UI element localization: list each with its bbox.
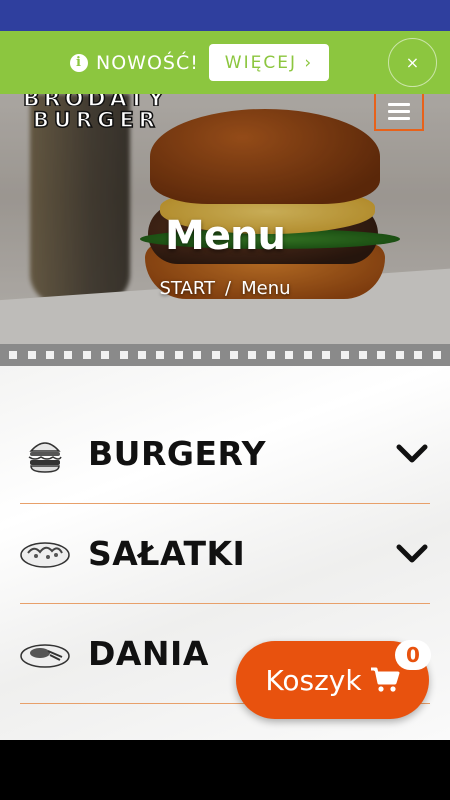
hamburger-menu-button[interactable] bbox=[374, 94, 424, 131]
notice-bar: i NOWOŚĆ! WIĘCEJ › × bbox=[0, 31, 450, 94]
salad-icon bbox=[20, 534, 70, 574]
page-title: Menu bbox=[165, 213, 286, 259]
category-salatki[interactable]: SAŁATKI bbox=[20, 504, 430, 604]
chevron-down-icon[interactable] bbox=[396, 543, 428, 565]
burger-icon bbox=[20, 434, 70, 474]
hamburger-icon-bar bbox=[388, 117, 410, 120]
category-burgery[interactable]: BURGERY bbox=[20, 404, 430, 504]
status-bar bbox=[0, 0, 450, 31]
breadcrumb-separator: / bbox=[225, 278, 232, 299]
hamburger-icon-bar bbox=[388, 110, 410, 113]
dish-icon bbox=[20, 634, 70, 674]
cart-label: Koszyk bbox=[265, 663, 362, 697]
cart-icon bbox=[370, 667, 400, 692]
cart-count-badge: 0 bbox=[395, 640, 431, 670]
decorative-film-strip bbox=[0, 344, 450, 366]
hamburger-icon-bar bbox=[388, 103, 410, 106]
brand-line-2: BURGER bbox=[32, 107, 160, 133]
brand-line-1: BRODATY bbox=[23, 94, 168, 106]
more-button[interactable]: WIĘCEJ › bbox=[209, 44, 329, 81]
category-label: SAŁATKI bbox=[88, 534, 246, 573]
breadcrumb-current: Menu bbox=[241, 278, 291, 299]
close-icon[interactable]: × bbox=[388, 38, 437, 87]
breadcrumb-home-link[interactable]: START bbox=[159, 278, 215, 299]
notice-text-wrap: i NOWOŚĆ! bbox=[70, 31, 199, 94]
breadcrumb: START / Menu bbox=[0, 278, 450, 299]
chevron-down-icon[interactable] bbox=[396, 443, 428, 465]
brand-logo[interactable]: BRODATY BURGER bbox=[23, 94, 168, 133]
info-icon: i bbox=[70, 53, 88, 72]
hero-banner: BRODATY BURGER Menu START / Menu bbox=[0, 94, 450, 352]
system-navigation-bar bbox=[0, 740, 450, 800]
category-label: BURGERY bbox=[88, 434, 266, 473]
notice-text: NOWOŚĆ! bbox=[96, 51, 199, 74]
